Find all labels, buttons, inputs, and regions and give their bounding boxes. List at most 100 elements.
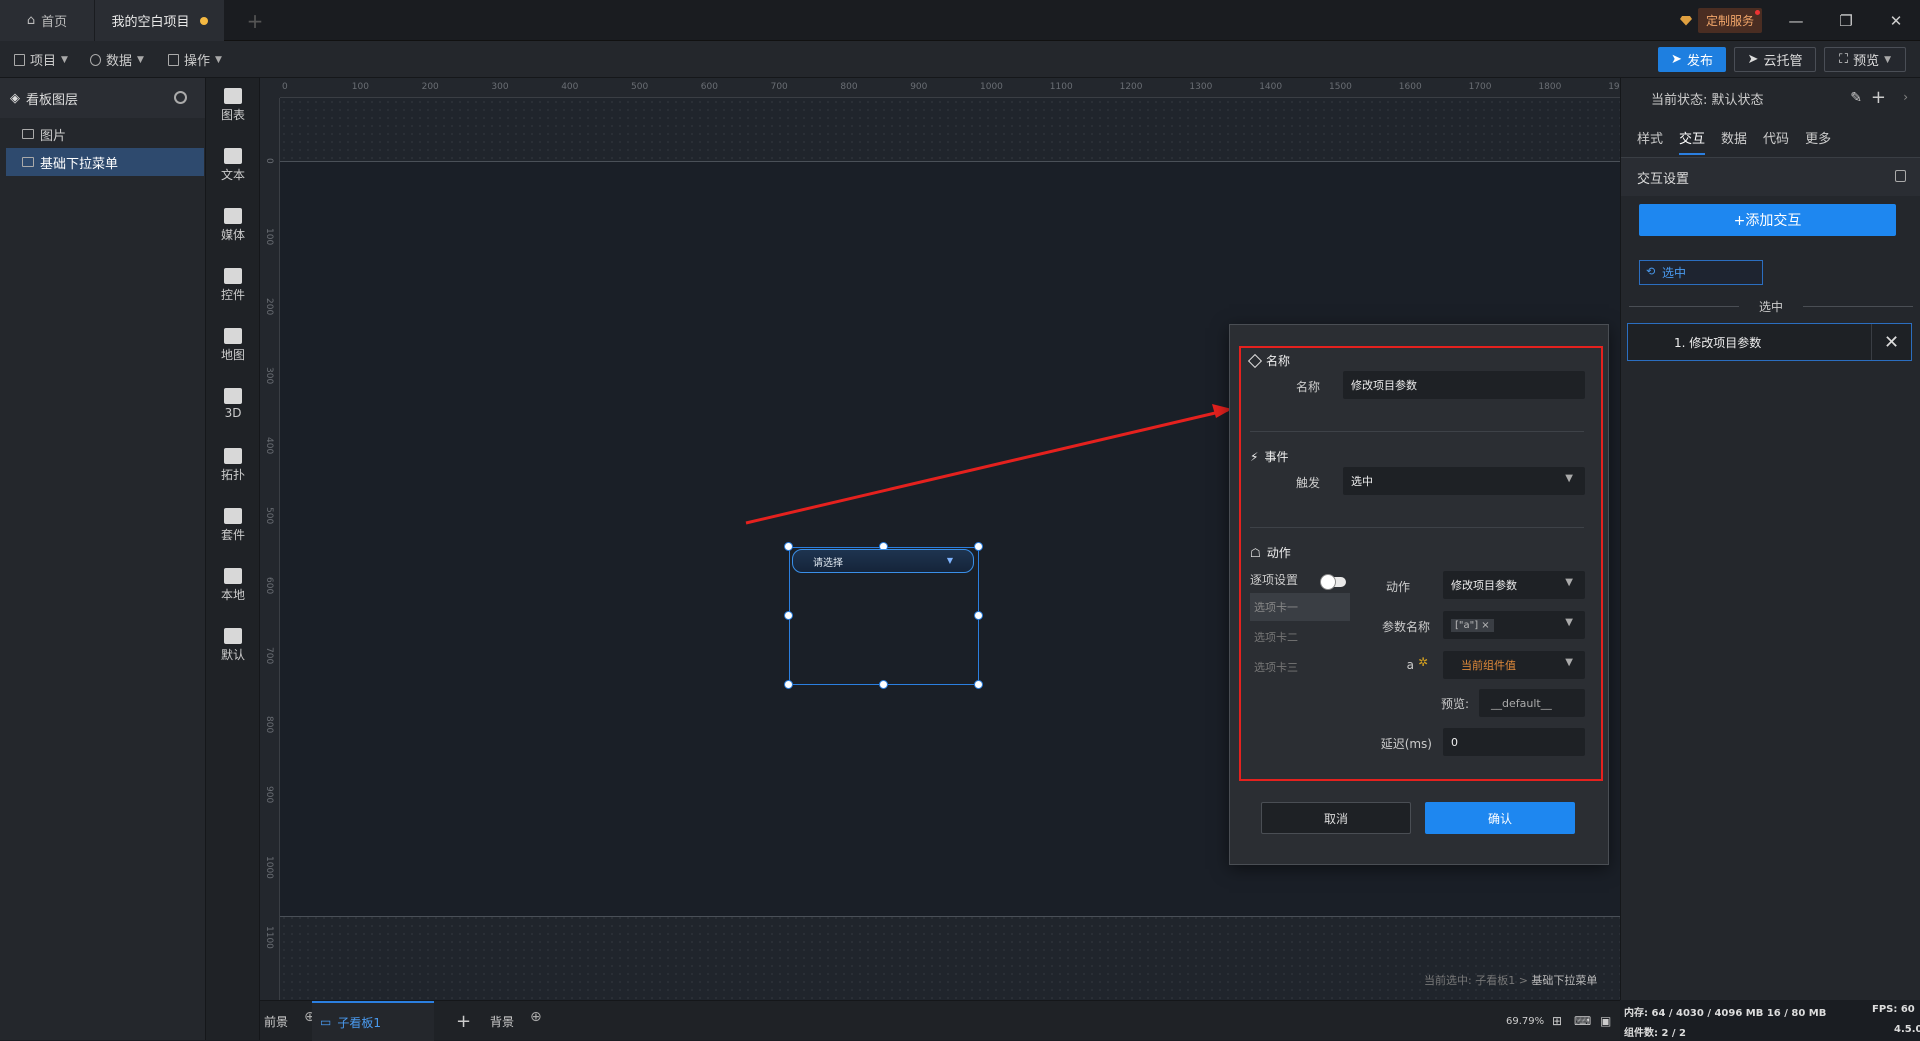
edit-icon[interactable]: ✎: [1850, 90, 1862, 106]
tab-label: 子看板1: [337, 1015, 381, 1030]
event-section-header: ⚡ 事件: [1250, 448, 1288, 465]
fps-status: FPS: 60: [1872, 1004, 1915, 1015]
tab-label: 背景: [490, 1014, 515, 1029]
tab-foreground[interactable]: 前景 ⊕: [264, 1001, 316, 1041]
option-tab-3[interactable]: 选项卡三: [1250, 653, 1350, 681]
close-window-button[interactable]: ✕: [1876, 0, 1916, 41]
memory-status: 内存: 64 / 4030 / 4096 MB 16 / 80 MB: [1624, 1008, 1827, 1019]
tool-media[interactable]: 媒体: [206, 208, 260, 243]
resize-handle[interactable]: [974, 680, 983, 689]
tool-text[interactable]: 文本: [206, 148, 260, 183]
console-icon[interactable]: ▣: [1600, 1001, 1611, 1041]
layers-panel: ◈ 看板图层 图片 基础下拉菜单: [0, 78, 206, 1040]
tool-default[interactable]: 默认: [206, 628, 260, 663]
name-input[interactable]: 修改项目参数: [1343, 371, 1585, 399]
tool-local[interactable]: 本地: [206, 568, 260, 603]
tool-suite[interactable]: 套件: [206, 508, 260, 543]
dropdown-widget[interactable]: 请选择 ▼: [792, 549, 974, 573]
ruler-tick-label: 200: [421, 82, 439, 92]
tab-interaction[interactable]: 交互: [1679, 128, 1706, 155]
preview-label: 预览:: [1440, 697, 1469, 711]
add-board-button[interactable]: +: [456, 1001, 471, 1041]
cube-icon: [224, 388, 242, 404]
cloud-host-button[interactable]: ➤ 云托管: [1734, 47, 1816, 72]
tool-control[interactable]: 控件: [206, 268, 260, 303]
control-icon: [224, 268, 242, 284]
keyboard-icon[interactable]: ⌨: [1574, 1001, 1591, 1041]
tab-more[interactable]: 更多: [1805, 128, 1831, 147]
interaction-item[interactable]: 1. 修改项目参数 ✕: [1627, 323, 1912, 361]
cancel-button[interactable]: 取消: [1261, 802, 1411, 834]
menu-data[interactable]: 数据 ▼: [90, 41, 144, 78]
resize-handle[interactable]: [974, 542, 983, 551]
tab-data[interactable]: 数据: [1721, 128, 1747, 147]
tab-sub-board[interactable]: ▭ 子看板1: [312, 1001, 434, 1041]
add-state-icon[interactable]: +: [1871, 87, 1886, 108]
send-icon: ➤: [1671, 52, 1682, 67]
ruler-tick-label: 400: [561, 82, 579, 92]
tab-project-label: 我的空白项目: [111, 15, 190, 30]
trigger-select[interactable]: 选中 ▼: [1343, 467, 1585, 495]
publish-button[interactable]: ➤ 发布: [1658, 47, 1726, 72]
ruler-tick-label: 1900: [1608, 82, 1620, 92]
tool-label: 默认: [220, 648, 245, 662]
menu-operate[interactable]: 操作 ▼: [168, 41, 222, 78]
resize-handle[interactable]: [974, 611, 983, 620]
tab-style[interactable]: 样式: [1637, 128, 1663, 147]
add-interaction-button[interactable]: +添加交互: [1639, 204, 1896, 236]
resize-handle[interactable]: [879, 680, 888, 689]
tool-label: 媒体: [220, 228, 245, 242]
resize-handle[interactable]: [784, 680, 793, 689]
magic-wand-icon[interactable]: ✲: [1418, 655, 1428, 669]
resize-handle[interactable]: [784, 611, 793, 620]
tab-label: 前景: [264, 1014, 289, 1029]
confirm-button[interactable]: 确认: [1425, 802, 1575, 834]
minimize-button[interactable]: —: [1776, 0, 1816, 41]
option-tab-2[interactable]: 选项卡二: [1250, 623, 1350, 651]
new-tab-button[interactable]: +: [240, 0, 270, 41]
tool-chart[interactable]: 图表: [206, 88, 260, 123]
map-icon: [224, 328, 242, 344]
chevron-down-icon: ▼: [1565, 617, 1573, 628]
title-bar: ⌂ 首页 我的空白项目 + 定制服务 — ❐ ✕: [0, 0, 1920, 41]
action-select[interactable]: 修改项目参数 ▼: [1443, 571, 1585, 599]
property-tabs: 样式 交互 数据 代码 更多: [1621, 118, 1920, 158]
interaction-dialog: 名称 名称 修改项目参数 ⚡ 事件 触发 选中 ▼ ☖ 动作 逐项设置 选项卡一…: [1229, 324, 1609, 865]
ruler-tick-label: 0: [264, 158, 274, 164]
tab-code[interactable]: 代码: [1763, 128, 1789, 147]
layer-item-dropdown[interactable]: 基础下拉菜单: [6, 148, 204, 176]
tool-label: 本地: [220, 588, 245, 602]
tab-background[interactable]: 背景 ⊕: [490, 1001, 542, 1041]
component-toolbar: 图表 文本 媒体 控件 地图 3D 拓扑 套件 本地 默认: [206, 78, 260, 1040]
tool-3d[interactable]: 3D: [206, 388, 260, 420]
selected-event-tag[interactable]: ⟲ 选中: [1639, 260, 1763, 285]
tab-project[interactable]: 我的空白项目: [94, 0, 224, 41]
param-select[interactable]: ["a"] × ▼: [1443, 611, 1585, 639]
fit-screen-icon[interactable]: ⊞: [1552, 1001, 1562, 1041]
resize-handle[interactable]: [784, 542, 793, 551]
search-icon[interactable]: [174, 91, 187, 104]
close-icon[interactable]: ✕: [1871, 324, 1911, 360]
fullscreen-icon: ⛶: [1838, 52, 1849, 67]
per-item-toggle[interactable]: [1320, 574, 1346, 590]
option-tab-1[interactable]: 选项卡一: [1250, 593, 1350, 621]
a-value-select[interactable]: 当前组件值 ▼: [1443, 651, 1585, 679]
param-tag[interactable]: ["a"] ×: [1451, 618, 1494, 632]
custom-service-button[interactable]: 定制服务: [1680, 8, 1763, 33]
delay-input[interactable]: 0: [1443, 728, 1585, 756]
preview-button[interactable]: ⛶ 预览 ▼: [1824, 47, 1906, 72]
ruler-tick-label: 0: [282, 82, 288, 92]
tab-home[interactable]: ⌂ 首页: [0, 0, 94, 41]
tool-topology[interactable]: 拓扑: [206, 448, 260, 483]
add-circle-icon[interactable]: ⊕: [530, 1009, 542, 1025]
menu-project[interactable]: 项目 ▼: [14, 41, 68, 78]
publish-label: 发布: [1686, 54, 1713, 69]
tool-map[interactable]: 地图: [206, 328, 260, 363]
restore-button[interactable]: ❐: [1826, 0, 1866, 41]
chevron-right-icon[interactable]: ›: [1903, 90, 1908, 104]
ruler-tick-label: 200: [264, 297, 274, 315]
lock-icon[interactable]: [1895, 170, 1906, 182]
zoom-level[interactable]: 69.79%: [1506, 1001, 1544, 1041]
layer-item-image[interactable]: 图片: [0, 120, 205, 148]
ruler-tick-label: 1700: [1468, 82, 1492, 92]
